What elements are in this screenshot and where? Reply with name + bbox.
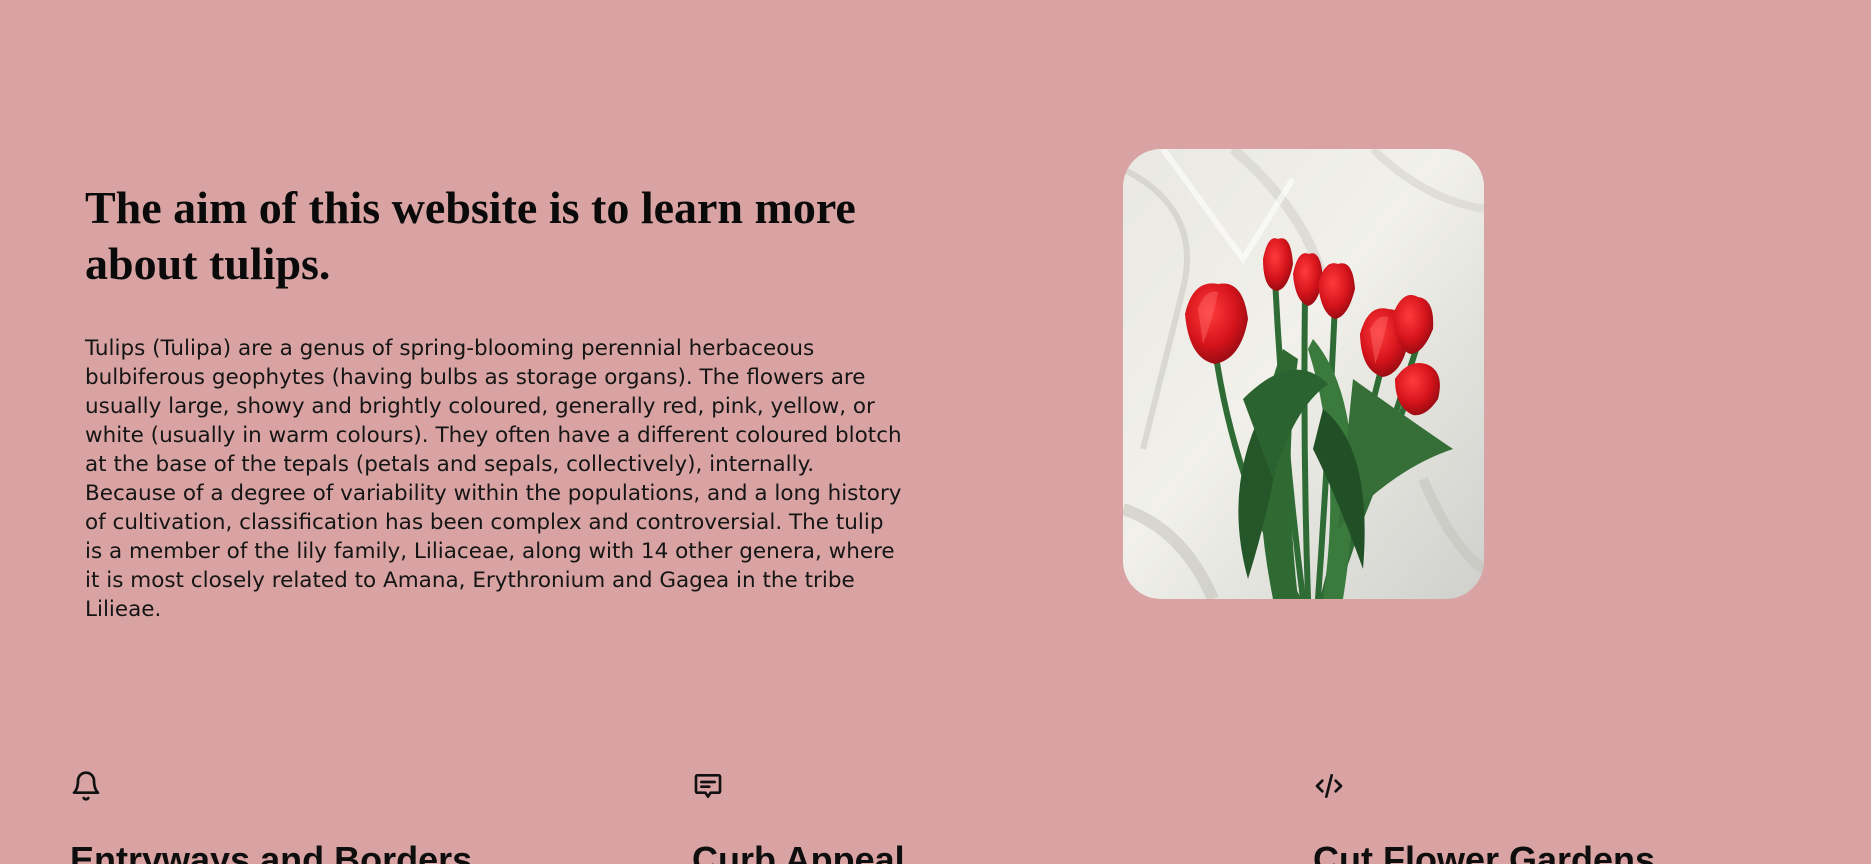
bell-icon [70,770,102,802]
feature-cut-flower-gardens: Cut Flower Gardens [1313,770,1833,864]
feature-title: Curb Appeal [692,839,905,864]
feature-title: Entryways and Borders [70,839,473,864]
tulips-photo [1123,149,1484,599]
feature-title: Cut Flower Gardens [1313,839,1656,864]
hero-description: Tulips (Tulipa) are a genus of spring-bl… [85,336,902,622]
feature-entryways: Entryways and Borders [70,770,590,864]
hero-title: The aim of this website is to learn more… [85,182,856,289]
feature-curb-appeal: Curb Appeal [692,770,1212,864]
code-icon [1313,770,1345,802]
message-icon [692,770,724,802]
